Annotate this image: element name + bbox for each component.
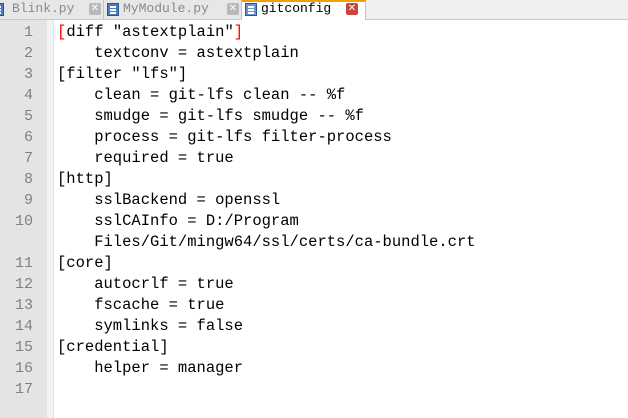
code-line[interactable]: autocrlf = true <box>57 274 234 295</box>
code-line[interactable]: smudge = git-lfs smudge -- %f <box>57 106 364 127</box>
tab-label: Blink.py <box>12 1 75 16</box>
code-line[interactable]: [core] <box>57 253 113 274</box>
code-line-wrapped[interactable]: Files/Git/mingw64/ssl/certs/ca-bundle.cr… <box>57 232 475 253</box>
close-icon[interactable]: ✕ <box>346 3 358 15</box>
close-icon[interactable]: ✕ <box>89 3 101 15</box>
line-number: 16 <box>14 360 33 377</box>
brace-highlight: ] <box>233 23 244 41</box>
tab-label: MyModule.py <box>123 1 209 16</box>
line-number: 13 <box>14 297 33 314</box>
code-line[interactable]: process = git-lfs filter-process <box>57 127 392 148</box>
code-text: diff "astextplain" <box>66 23 234 41</box>
brace-highlight: [ <box>57 23 67 41</box>
line-number: 8 <box>23 171 33 188</box>
code-line[interactable]: clean = git-lfs clean -- %f <box>57 85 345 106</box>
code-line[interactable]: [diff "astextplain"] <box>57 22 243 43</box>
tab-bar: Blink.py ✕ MyModule.py ✕ gitconfig ✕ <box>0 0 628 20</box>
code-line[interactable]: fscache = true <box>57 295 224 316</box>
line-number: 9 <box>23 192 33 209</box>
code-line[interactable]: symlinks = false <box>57 316 243 337</box>
file-icon <box>0 3 4 16</box>
line-number: 17 <box>14 381 33 398</box>
code-line[interactable]: textconv = astextplain <box>57 43 299 64</box>
file-icon <box>107 3 119 16</box>
code-line[interactable]: [credential] <box>57 337 169 358</box>
line-number: 1 <box>23 24 33 41</box>
code-line[interactable]: [filter "lfs"] <box>57 64 187 85</box>
close-icon[interactable]: ✕ <box>227 3 239 15</box>
line-number: 14 <box>14 318 33 335</box>
line-number: 7 <box>23 150 33 167</box>
tab-gitconfig[interactable]: gitconfig ✕ <box>242 0 366 20</box>
line-number: 2 <box>23 45 33 62</box>
fold-margin[interactable] <box>47 20 54 418</box>
line-number: 11 <box>14 255 33 272</box>
code-line[interactable]: sslCAInfo = D:/Program <box>57 211 299 232</box>
code-line[interactable]: helper = manager <box>57 358 243 379</box>
code-line[interactable]: [http] <box>57 169 113 190</box>
tab-blink-py[interactable]: Blink.py ✕ <box>0 0 104 19</box>
tab-label: gitconfig <box>261 1 332 16</box>
line-number: 10 <box>14 213 33 230</box>
line-number: 15 <box>14 339 33 356</box>
line-number: 4 <box>23 87 33 104</box>
file-icon <box>245 3 257 16</box>
code-line[interactable]: sslBackend = openssl <box>57 190 280 211</box>
line-number: 12 <box>14 276 33 293</box>
line-number: 5 <box>23 108 33 125</box>
line-number: 6 <box>23 129 33 146</box>
code-line[interactable]: required = true <box>57 148 234 169</box>
tab-mymodule-py[interactable]: MyModule.py ✕ <box>104 0 242 19</box>
line-number: 3 <box>23 66 33 83</box>
